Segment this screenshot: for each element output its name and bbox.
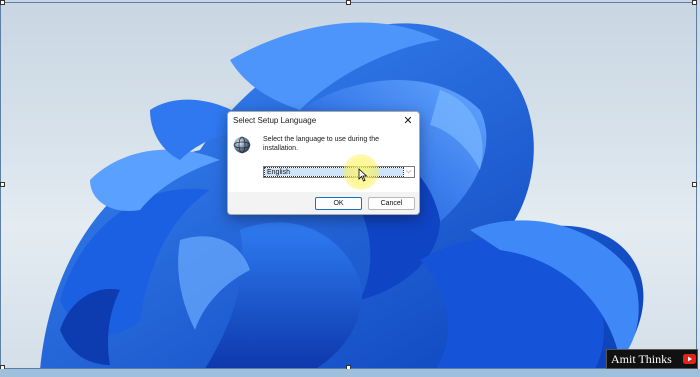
resize-handle-left[interactable]	[0, 182, 5, 187]
language-selected-highlight: English	[264, 167, 404, 177]
dialog-message: Select the language to use during the in…	[263, 136, 379, 152]
language-dropdown[interactable]: English ⌵	[263, 166, 415, 178]
watermark-text: Amit Thinks	[611, 352, 672, 366]
setup-language-dialog: Select Setup Language ✕ Select the langu…	[227, 111, 420, 215]
ok-button[interactable]: OK	[315, 197, 362, 210]
mouse-cursor-icon	[358, 168, 368, 182]
chevron-down-icon[interactable]: ⌵	[404, 168, 413, 176]
bottom-strip	[0, 369, 700, 377]
dialog-titlebar: Select Setup Language ✕	[228, 112, 419, 130]
cancel-button[interactable]: Cancel	[368, 197, 415, 210]
dialog-footer: OK Cancel	[228, 192, 419, 214]
dialog-title: Select Setup Language	[233, 116, 317, 125]
close-icon[interactable]: ✕	[401, 114, 415, 128]
dialog-body: Select the language to use during the in…	[228, 130, 419, 192]
language-value: English	[267, 169, 290, 176]
resize-handle-top-left[interactable]	[0, 0, 5, 5]
resize-handle-top-right[interactable]	[692, 0, 697, 5]
resize-handle-right[interactable]	[692, 182, 697, 187]
youtube-icon	[683, 354, 696, 364]
channel-watermark: Amit Thinks	[606, 349, 698, 369]
globe-icon	[233, 136, 251, 154]
resize-handle-top[interactable]	[346, 0, 351, 5]
